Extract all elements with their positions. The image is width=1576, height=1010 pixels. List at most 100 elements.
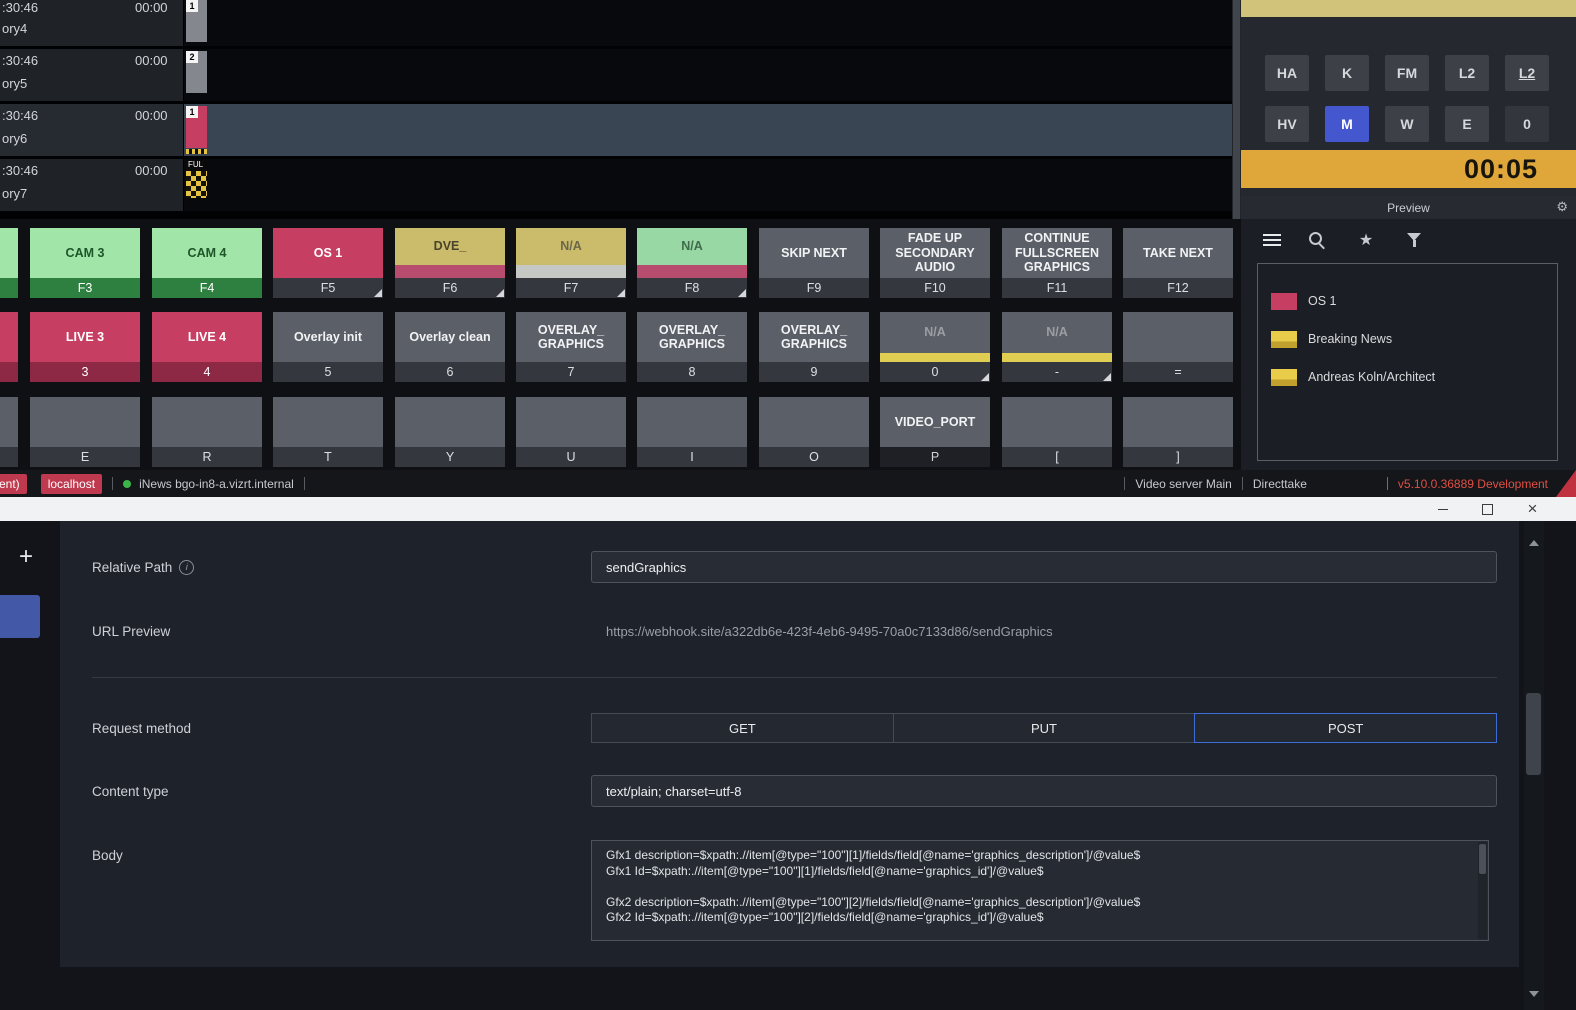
shortcut-button-F9[interactable]: SKIP NEXTF9: [759, 228, 869, 298]
body-scrollbar[interactable]: [1478, 842, 1487, 939]
gear-icon[interactable]: [1556, 199, 1568, 215]
maximize-icon: [1482, 504, 1493, 515]
shortcut-button-6[interactable]: Overlay clean6: [395, 312, 505, 382]
shortcut-button--[interactable]: N/A-: [1002, 312, 1112, 382]
timeline-row[interactable]: :30:4600:00ory52: [0, 49, 1232, 101]
shortcut-button-F5[interactable]: OS 1F5: [273, 228, 383, 298]
plus-icon[interactable]: [16, 547, 36, 567]
timeline-row[interactable]: :30:4600:00ory61: [0, 104, 1232, 156]
color-strip: [880, 353, 990, 362]
key-button-m-1-1[interactable]: M: [1325, 106, 1369, 142]
story-name: ory6: [2, 131, 27, 146]
shortcut-button-F8[interactable]: N/AF8: [637, 228, 747, 298]
method-option-post[interactable]: POST: [1195, 714, 1496, 742]
key-label: F4: [200, 281, 215, 295]
timeline-marker: 1: [186, 106, 207, 148]
key-label: 9: [811, 365, 818, 379]
shortcut-button-U[interactable]: U: [516, 397, 626, 467]
method-option-put[interactable]: PUT: [894, 714, 1196, 742]
key-button-l2-0-3[interactable]: L2: [1445, 55, 1489, 91]
key-button-w-1-2[interactable]: W: [1385, 106, 1429, 142]
shortcut-button-F10[interactable]: FADE UP SECONDARY AUDIOF10: [880, 228, 990, 298]
story-name: ory5: [2, 76, 27, 91]
scrollbar-thumb[interactable]: [1479, 844, 1486, 874]
timeline-scrollbar[interactable]: [1232, 0, 1241, 219]
shortcut-key: 3: [30, 362, 140, 382]
shortcut-button-F12[interactable]: TAKE NEXTF12: [1123, 228, 1233, 298]
shortcut-button-T[interactable]: T: [273, 397, 383, 467]
key-button-l2-0-4[interactable]: L2: [1505, 55, 1549, 91]
scrollbar-thumb[interactable]: [1233, 0, 1240, 219]
shortcut-button-P[interactable]: VIDEO_​PORTP: [880, 397, 990, 467]
shortcut-button-F7[interactable]: N/AF7: [516, 228, 626, 298]
shortcut-button-9[interactable]: OVERLAY_​GRAPHICS9: [759, 312, 869, 382]
shortcut-button-5[interactable]: Overlay init5: [273, 312, 383, 382]
shortcut-button-F11[interactable]: CONTINUE FULLSCREEN GRAPHICSF11: [1002, 228, 1112, 298]
shortcut-button-partial[interactable]: [0, 228, 18, 298]
shortcut-button-][interactable]: ]: [1123, 397, 1233, 467]
shortcut-key: 4: [152, 362, 262, 382]
shortcut-key: -: [1002, 362, 1112, 382]
info-icon: [179, 560, 194, 575]
key-button-hv-1-0[interactable]: HV: [1265, 106, 1309, 142]
graphics-item[interactable]: Breaking News: [1258, 320, 1557, 358]
shortcut-button-I[interactable]: I: [637, 397, 747, 467]
shortcut-button-partial[interactable]: [0, 312, 18, 382]
close-button[interactable]: [1510, 497, 1555, 521]
shortcut-button-Y[interactable]: Y: [395, 397, 505, 467]
timeline-row[interactable]: :30:4600:00ory7FUL: [0, 159, 1232, 211]
star-icon[interactable]: [1354, 229, 1378, 253]
shortcut-button-8[interactable]: OVERLAY_​GRAPHICS8: [637, 312, 747, 382]
body-textarea[interactable]: Gfx1 description=$xpath:.//item[@type="1…: [591, 840, 1489, 941]
status-bar: ent) localhost iNews bgo-in8-a.vizrt.int…: [0, 470, 1576, 497]
menu-icon[interactable]: [1260, 229, 1284, 253]
shortcut-button-[[interactable]: [: [1002, 397, 1112, 467]
scroll-down-icon[interactable]: [1529, 991, 1539, 997]
color-swatch: [1271, 369, 1297, 386]
graphics-item[interactable]: Andreas Koln/Architect: [1258, 358, 1557, 396]
shortcut-button-E[interactable]: E: [30, 397, 140, 467]
key-button-0-1-4[interactable]: 0: [1505, 106, 1549, 142]
story-info: :30:4600:00ory7: [0, 159, 184, 211]
body-label-text: Body: [92, 848, 123, 863]
key-button-fm-0-2[interactable]: FM: [1385, 55, 1429, 91]
story-time: :30:46: [2, 53, 38, 68]
content-type-input[interactable]: [591, 775, 1497, 807]
shortcut-button-4[interactable]: LIVE 44: [152, 312, 262, 382]
shortcut-button-F4[interactable]: CAM 4F4: [152, 228, 262, 298]
timeline-row[interactable]: :30:4600:00ory41: [0, 0, 1232, 46]
content-type-label-text: Content type: [92, 784, 169, 799]
scroll-up-icon[interactable]: [1529, 540, 1539, 546]
scrollbar-thumb[interactable]: [1526, 693, 1541, 775]
story-timeline: FUL: [184, 159, 1232, 211]
maximize-button[interactable]: [1465, 497, 1510, 521]
url-preview-label: URL Preview: [92, 622, 170, 640]
shortcut-button-O[interactable]: O: [759, 397, 869, 467]
shortcut-button-F3[interactable]: CAM 3F3: [30, 228, 140, 298]
shortcut-button-3[interactable]: LIVE 33: [30, 312, 140, 382]
shortcut-label: OVERLAY_​GRAPHICS: [637, 312, 747, 362]
key-button-e-1-3[interactable]: E: [1445, 106, 1489, 142]
graphics-item[interactable]: OS 1: [1258, 282, 1557, 320]
shortcut-label: [273, 397, 383, 447]
shortcut-button-R[interactable]: R: [152, 397, 262, 467]
shortcut-button-=[interactable]: =: [1123, 312, 1233, 382]
sidebar-selected-item[interactable]: [0, 595, 40, 638]
shortcut-button-F6[interactable]: DVE_​F6: [395, 228, 505, 298]
shortcut-label: OS 1: [273, 228, 383, 278]
separator: [112, 477, 113, 490]
shortcut-button-0[interactable]: N/A0: [880, 312, 990, 382]
shortcut-button-7[interactable]: OVERLAY_​GRAPHICS7: [516, 312, 626, 382]
key-button-k-0-1[interactable]: K: [1325, 55, 1369, 91]
key-button-ha-0-0[interactable]: HA: [1265, 55, 1309, 91]
relative-path-input[interactable]: [591, 551, 1497, 583]
story-timeline: 1: [184, 0, 1232, 46]
key-label: R: [202, 450, 211, 464]
shortcut-button-partial[interactable]: [0, 397, 18, 467]
key-label: =: [1174, 365, 1181, 379]
key-label: 5: [325, 365, 332, 379]
method-option-get[interactable]: GET: [592, 714, 894, 742]
minimize-button[interactable]: [1420, 497, 1465, 521]
search-icon[interactable]: [1306, 229, 1330, 253]
filter-icon[interactable]: [1402, 229, 1426, 253]
